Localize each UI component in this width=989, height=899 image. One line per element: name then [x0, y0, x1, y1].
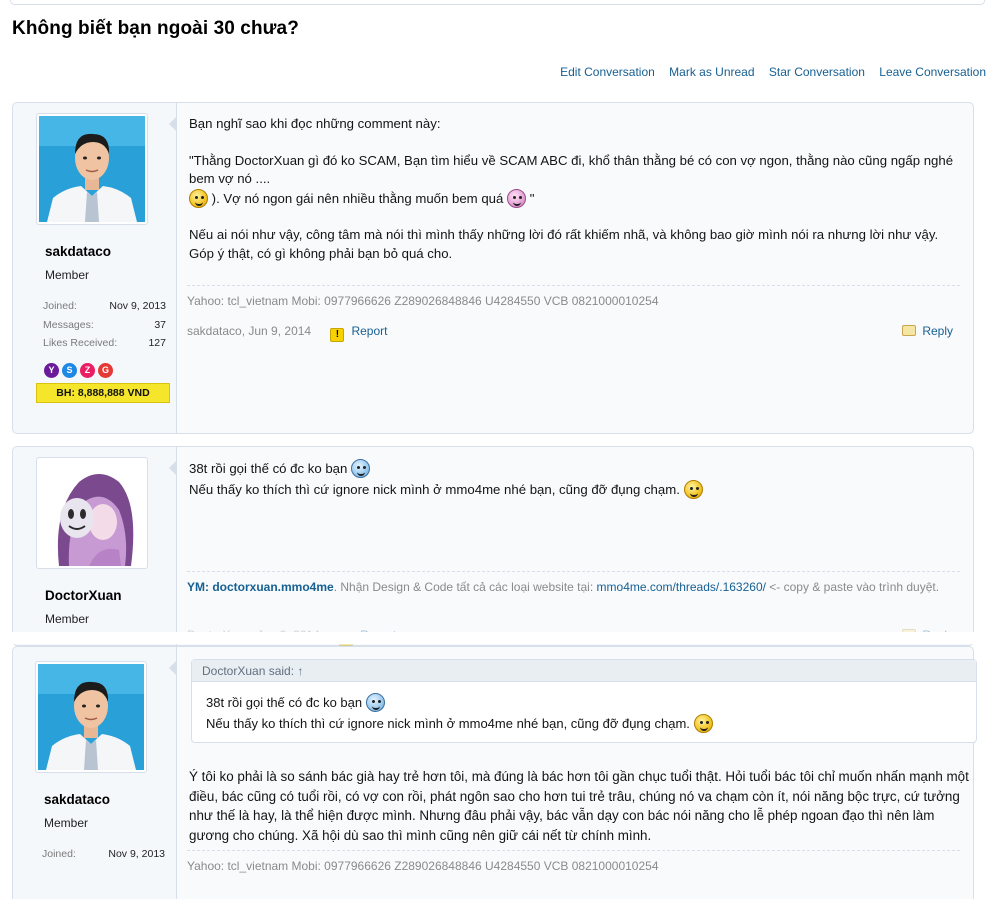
smiley-icon — [683, 480, 703, 499]
signature-text: . Nhận Design & Code tất cả các loại web… — [333, 580, 594, 594]
signature: Yahoo: tcl_vietnam Mobi: 0977966626 Z289… — [187, 285, 960, 310]
message-body: Bạn nghĩ sao khi đọc những comment này: … — [189, 115, 959, 263]
report-button[interactable]: ! Report — [330, 324, 388, 342]
user-stats: Joined: Nov 9, 2013 — [42, 848, 165, 867]
quote-header[interactable]: DoctorXuan said: ↑ — [192, 660, 976, 682]
joined-value: Nov 9, 2013 — [108, 848, 165, 860]
avatar[interactable] — [36, 113, 148, 225]
avatar[interactable] — [35, 661, 147, 773]
message-arrow — [169, 461, 176, 475]
joined-label: Joined: — [42, 848, 76, 860]
thread-title: Không biết bạn ngoài 30 chưa? — [12, 18, 299, 39]
reply-button[interactable]: Reply — [902, 324, 953, 338]
body-line: Nếu thấy ko thích thì cứ ignore nick mìn… — [189, 482, 680, 497]
quote-body: 38t rồi gọi thế có đc ko bạn Nếu thấy ko… — [192, 682, 976, 742]
message-post-3: sakdataco Member Joined: Nov 9, 2013 Doct… — [12, 646, 977, 899]
smiley-shocked-icon — [365, 693, 385, 712]
report-label: Report — [351, 324, 388, 338]
body-line: " — [529, 190, 535, 206]
signature: Yahoo: tcl_vietnam Mobi: 0977966626 Z289… — [187, 850, 960, 875]
post-author-link[interactable]: sakdataco — [187, 324, 242, 338]
yahoo-icon[interactable]: Y — [44, 362, 59, 378]
previous-panel-edge — [10, 0, 985, 5]
message-arrow — [169, 117, 176, 131]
likes-value: 127 — [148, 337, 166, 349]
avatar-man-image — [38, 664, 144, 770]
user-stats: Joined: Nov 9, 2013 Messages: 37 Likes Rec… — [43, 300, 166, 356]
zing-icon[interactable]: Z — [80, 362, 95, 378]
social-icons: Y S Z G — [44, 362, 160, 378]
avatar[interactable] — [36, 457, 148, 569]
username[interactable]: sakdataco — [44, 792, 159, 807]
user-title: Member — [44, 816, 89, 830]
message-body: Ý tôi ko phải là so sánh bác già hay trẻ… — [189, 769, 969, 843]
body-line: Góp ý thật, có gì không phải bạn bỏ quá … — [189, 245, 453, 261]
quote-line: Nếu thấy ko thích thì cứ ignore nick mìn… — [206, 716, 690, 731]
screenshot-cut — [0, 632, 989, 644]
skype-icon[interactable]: S — [62, 362, 77, 378]
leave-conversation-link[interactable]: Leave Conversation — [879, 65, 986, 79]
body-line: 38t rồi gọi thế có đc ko bạn — [189, 461, 348, 476]
username[interactable]: sakdataco — [45, 244, 160, 259]
thread-controls: Edit Conversation Mark as Unread Star Co… — [549, 65, 986, 79]
smiley-shocked-icon — [351, 459, 371, 478]
signature-ym: YM: doctorxuan.mmo4me — [187, 580, 334, 594]
signature: YM: doctorxuan.mmo4me. Nhận Design & Cod… — [187, 571, 960, 596]
avatar-man-image — [39, 116, 145, 222]
google-plus-icon[interactable]: G — [98, 362, 113, 378]
message-arrow — [169, 661, 176, 675]
message-post-1: sakdataco Member Joined: Nov 9, 2013 Mess… — [12, 102, 974, 434]
smiley-icon — [693, 714, 713, 733]
messages-label: Messages: — [43, 318, 94, 331]
message-body: 38t rồi gọi thế có đc ko bạn Nếu thấy ko… — [189, 458, 959, 500]
message-meta: sakdataco, Jun 9, 2014 ! Report Reply — [187, 324, 953, 342]
quote-line: 38t rồi gọi thế có đc ko bạn — [206, 695, 363, 710]
body-line: ). Vợ nó ngon gái nên nhiều thằng muốn b… — [211, 190, 504, 206]
body-line: Nếu ai nói như vậy, công tâm mà nói thì … — [189, 227, 939, 242]
reply-label: Reply — [922, 324, 953, 338]
body-quote-text: "Thằng DoctorXuan gì đó ko SCAM, Bạn tìm… — [189, 152, 954, 187]
signature-link[interactable]: mmo4me.com/threads/.163260/ — [597, 580, 766, 594]
star-conversation-link[interactable]: Star Conversation — [769, 65, 865, 79]
smiley-icon — [189, 188, 208, 208]
message-post-2: DoctorXuan Member 38t rồi gọi thế có đc … — [12, 446, 974, 646]
smiley-pink-icon — [507, 188, 527, 208]
mark-unread-link[interactable]: Mark as Unread — [669, 65, 754, 79]
user-title: Member — [45, 268, 90, 282]
post-date[interactable]: Jun 9, 2014 — [248, 324, 311, 338]
avatar-anime-image — [39, 460, 145, 566]
messages-value: 37 — [154, 318, 166, 331]
warning-icon: ! — [330, 328, 345, 342]
user-title: Member — [45, 612, 90, 626]
username[interactable]: DoctorXuan — [45, 588, 160, 603]
likes-label: Likes Received: — [43, 337, 118, 349]
joined-value: Nov 9, 2013 — [109, 300, 166, 312]
edit-conversation-link[interactable]: Edit Conversation — [560, 65, 655, 79]
user-badge: BH: 8,888,888 VND — [36, 382, 170, 403]
quoted-message: DoctorXuan said: ↑ 38t rồi gọi thế có đc… — [191, 659, 977, 743]
body-line: Bạn nghĩ sao khi đọc những comment này: — [189, 116, 441, 131]
joined-label: Joined: — [43, 300, 77, 312]
user-info: sakdataco Member Joined: Nov 9, 2013 — [23, 661, 165, 867]
signature-tail: <- copy & paste vào trình duyệt. — [769, 580, 940, 594]
user-info: sakdataco Member Joined: Nov 9, 2013 Mess… — [24, 113, 170, 403]
user-info: DoctorXuan Member — [24, 457, 160, 626]
reply-icon — [902, 325, 917, 336]
